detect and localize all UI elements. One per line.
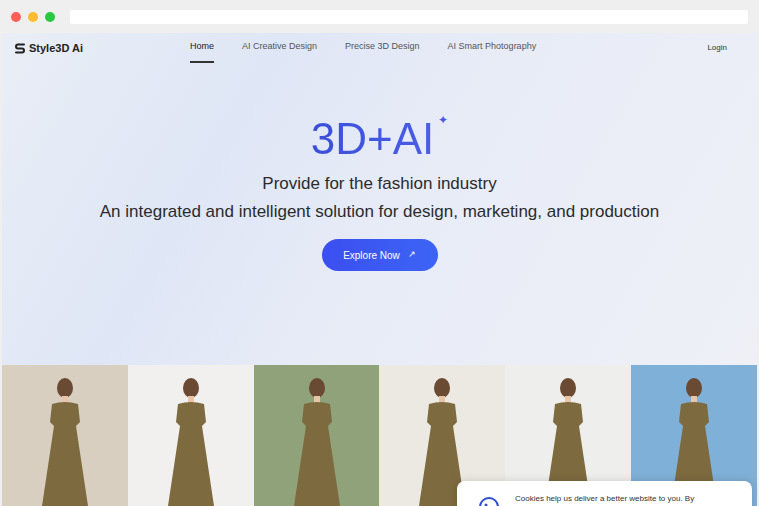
model-photo[interactable]: [2, 365, 128, 506]
login-button[interactable]: Login: [697, 39, 737, 57]
model-photo[interactable]: [254, 365, 380, 506]
sparkle-icon: ✦: [438, 111, 448, 129]
nav-item[interactable]: Precise 3D Design: [345, 33, 420, 63]
logo-icon: [14, 42, 26, 55]
hero-title: 3D+AI: [311, 115, 435, 163]
nav-bar: Style3D AiHome AI Creative Design Precise …: [2, 33, 757, 63]
hero-content: 3D+AI✦ Provide for the fashion industry An…: [2, 63, 757, 271]
arrow-icon: ↗: [408, 248, 416, 262]
model-figure-icon: [30, 374, 100, 506]
hero-description: An integrated and intelligent solution f…: [100, 201, 659, 223]
browser-window: Style3D AiHome AI Creative Design Precise …: [0, 0, 759, 506]
model-figure-icon: [282, 374, 352, 506]
model-figure-icon: [156, 374, 226, 506]
explore-button[interactable]: Explore Now↗: [322, 239, 438, 271]
hero: Style3D AiHome AI Creative Design Precise …: [2, 33, 757, 365]
page: Style3D AiHome AI Creative Design Precise …: [2, 33, 757, 506]
cookie-icon: [477, 495, 501, 506]
window-control-icon[interactable]: [28, 12, 38, 22]
nav-item[interactable]: AI Smart Photography: [448, 33, 537, 63]
window-control-icon[interactable]: [11, 12, 21, 22]
address-bar[interactable]: [70, 10, 748, 24]
nav-item[interactable]: Home: [190, 33, 214, 63]
window-control-icon[interactable]: [45, 12, 55, 22]
browser-toolbar: [0, 0, 759, 33]
nav-menu: Home AI Creative Design Precise 3D Design A…: [190, 33, 536, 63]
nav-item[interactable]: AI Creative Design: [242, 33, 317, 63]
model-photo[interactable]: [128, 365, 254, 506]
hero-subtitle: Provide for the fashion industry: [262, 173, 496, 195]
logo[interactable]: Style3D Ai: [14, 40, 190, 57]
cookie-banner: Cookies help us deliver a better website…: [457, 481, 752, 506]
